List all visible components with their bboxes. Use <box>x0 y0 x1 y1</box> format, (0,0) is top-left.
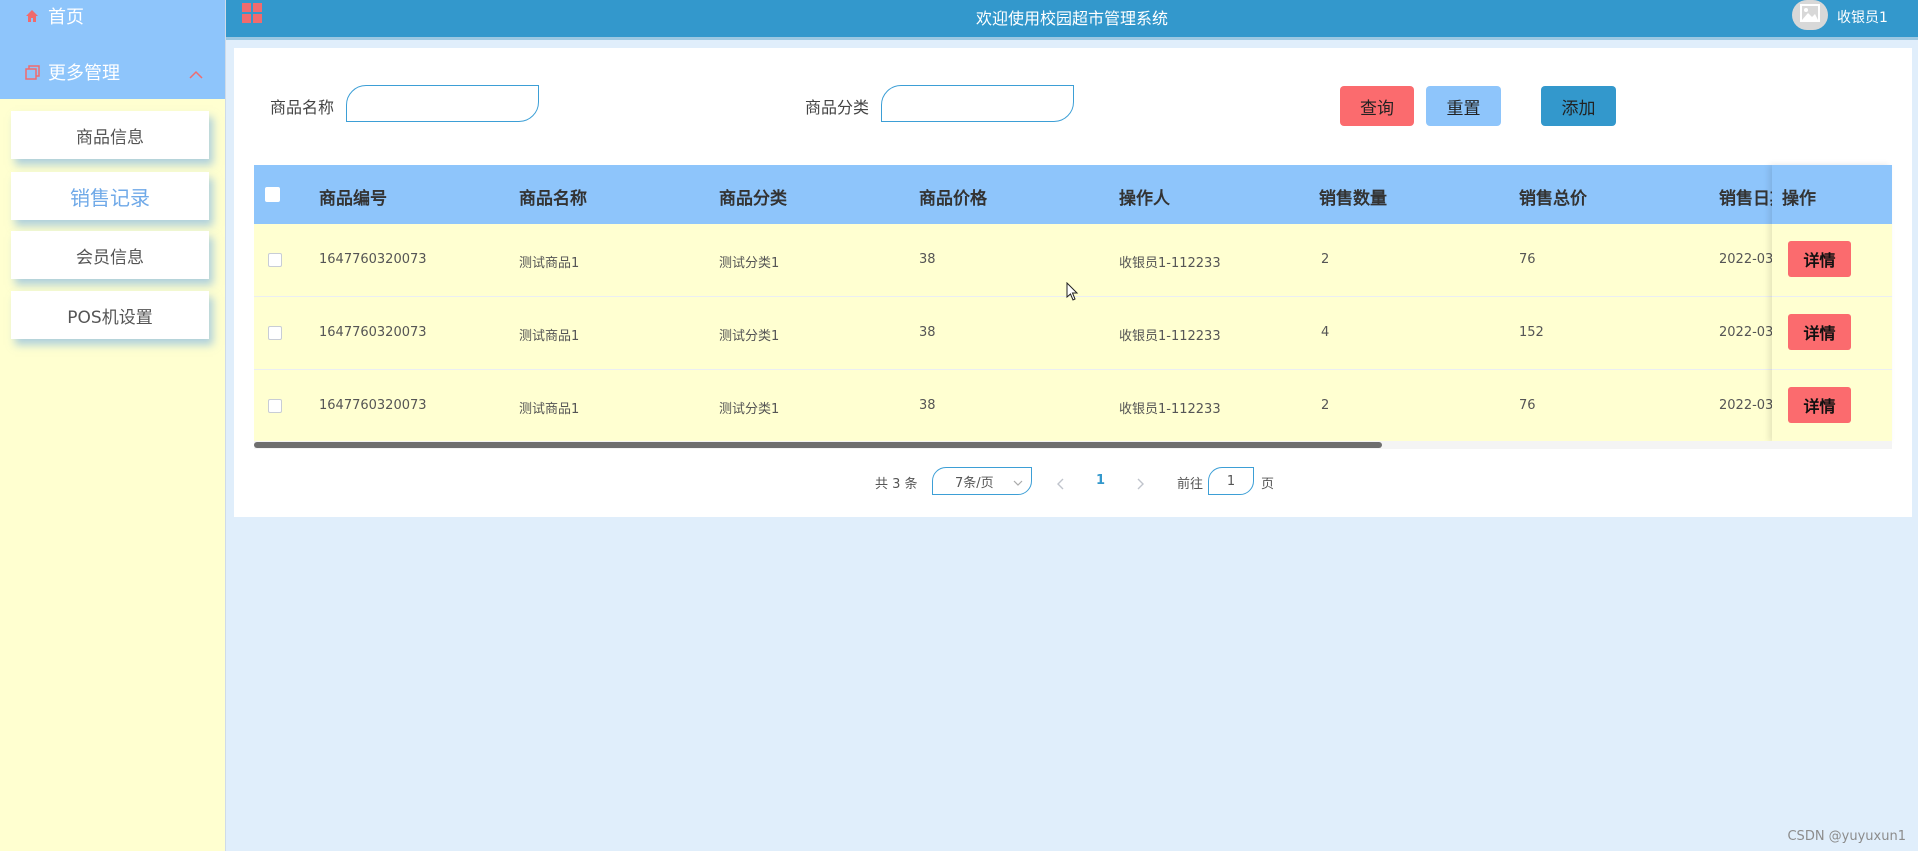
cell-operator: 收银员1-112233 <box>1119 402 1221 417</box>
select-all-checkbox[interactable] <box>265 187 280 202</box>
chevron-up-icon <box>189 64 203 85</box>
user-name[interactable]: 收银员1 <box>1837 7 1888 27</box>
detail-button[interactable]: 详情 <box>1788 241 1851 277</box>
cell-name: 测试商品1 <box>519 402 580 417</box>
cell-name: 测试商品1 <box>519 329 580 344</box>
cell-date: 2022-03- <box>1719 398 1779 413</box>
sidebar-item-product-info[interactable]: 商品信息 <box>11 111 209 159</box>
cell-price: 38 <box>919 252 936 267</box>
column-header: 操作 <box>1782 189 1816 209</box>
sidebar-more-label: 更多管理 <box>48 63 120 84</box>
reset-button[interactable]: 重置 <box>1426 86 1501 126</box>
operations-cell: 详情 <box>1772 224 1892 297</box>
product-name-input[interactable] <box>346 85 539 122</box>
cell-price: 38 <box>919 325 936 340</box>
table-row[interactable]: 1647760320073 测试商品1 测试分类1 38 收银员1-112233… <box>254 370 1892 443</box>
cell-price: 38 <box>919 398 936 413</box>
scrollbar-thumb[interactable] <box>254 442 1382 448</box>
column-header[interactable]: 商品编号 <box>319 184 387 209</box>
column-header[interactable]: 销售总价 <box>1519 184 1587 209</box>
sidebar-item-more-management[interactable]: 更多管理 <box>0 52 225 92</box>
header-divider <box>226 37 1918 40</box>
page-size-select[interactable]: 7条/页 <box>932 467 1032 495</box>
sidebar-item-label: 商品信息 <box>76 127 144 148</box>
top-header: 欢迎使用校园超市管理系统 收银员1 <box>226 0 1918 40</box>
cell-qty: 4 <box>1321 325 1330 340</box>
goto-page-input[interactable]: 1 <box>1208 467 1254 495</box>
pagination-total: 共 3 条 <box>875 477 918 492</box>
column-header[interactable]: 商品价格 <box>919 184 987 209</box>
sidebar-header: 首页 更多管理 <box>0 0 225 99</box>
add-button[interactable]: 添加 <box>1541 86 1616 126</box>
column-header[interactable]: 商品名称 <box>519 184 587 209</box>
watermark: CSDN @yuyuxun1 <box>1787 829 1906 844</box>
goto-label: 前往 <box>1177 477 1204 492</box>
sidebar-item-home[interactable]: 首页 <box>0 0 225 36</box>
sidebar-item-label: 销售记录 <box>70 185 150 210</box>
cell-code: 1647760320073 <box>319 398 427 413</box>
operations-cell: 详情 <box>1772 370 1892 443</box>
table-header: 商品编号 商品名称 商品分类 商品价格 操作人 销售数量 销售总价 销售日期 <box>254 165 1892 224</box>
cell-category: 测试分类1 <box>719 402 780 417</box>
cell-code: 1647760320073 <box>319 252 427 267</box>
product-name-label: 商品名称 <box>270 98 335 117</box>
copy-icon <box>24 64 40 80</box>
page-number-current[interactable]: 1 <box>1096 473 1105 488</box>
cell-operator: 收银员1-112233 <box>1119 256 1221 271</box>
cell-date: 2022-03- <box>1719 325 1779 340</box>
page-title: 欢迎使用校园超市管理系统 <box>975 9 1168 28</box>
row-checkbox[interactable] <box>268 253 282 267</box>
row-checkbox[interactable] <box>268 399 282 413</box>
sidebar-item-sales-records[interactable]: 销售记录 <box>11 172 209 220</box>
cell-qty: 2 <box>1321 398 1330 413</box>
sidebar-item-label: 会员信息 <box>76 247 144 268</box>
table-row[interactable]: 1647760320073 测试商品1 测试分类1 38 收银员1-112233… <box>254 297 1892 370</box>
cell-date: 2022-03- <box>1719 252 1779 267</box>
chevron-down-icon <box>1013 476 1023 491</box>
row-checkbox[interactable] <box>268 326 282 340</box>
product-category-label: 商品分类 <box>805 98 870 117</box>
query-button[interactable]: 查询 <box>1340 86 1414 126</box>
page-unit-label: 页 <box>1261 477 1275 492</box>
avatar[interactable] <box>1792 0 1828 30</box>
cell-total: 76 <box>1519 398 1536 413</box>
operations-header: 操作 <box>1772 165 1892 224</box>
cell-total: 76 <box>1519 252 1536 267</box>
prev-page-icon[interactable] <box>1056 475 1066 494</box>
cell-category: 测试分类1 <box>719 256 780 271</box>
sidebar-item-label: POS机设置 <box>67 307 153 328</box>
cell-name: 测试商品1 <box>519 256 580 271</box>
cell-category: 测试分类1 <box>719 329 780 344</box>
cell-qty: 2 <box>1321 252 1330 267</box>
cell-code: 1647760320073 <box>319 325 427 340</box>
cell-total: 152 <box>1519 325 1544 340</box>
sidebar-home-label: 首页 <box>48 7 84 28</box>
sidebar-item-member-info[interactable]: 会员信息 <box>11 231 209 279</box>
operations-cell: 详情 <box>1772 297 1892 370</box>
detail-button[interactable]: 详情 <box>1788 314 1851 350</box>
image-icon <box>1800 4 1820 26</box>
product-category-input[interactable] <box>881 85 1074 122</box>
cell-operator: 收银员1-112233 <box>1119 329 1221 344</box>
horizontal-scrollbar[interactable] <box>254 441 1892 449</box>
detail-button[interactable]: 详情 <box>1788 387 1851 423</box>
column-header[interactable]: 销售数量 <box>1319 184 1387 209</box>
sidebar-item-pos-settings[interactable]: POS机设置 <box>11 291 209 339</box>
page-size-value: 7条/页 <box>955 475 994 491</box>
home-icon <box>24 8 40 24</box>
mouse-cursor-icon <box>1066 281 1080 306</box>
operations-column: 操作 详情 详情 详情 <box>1772 165 1892 443</box>
sidebar: 首页 更多管理 商品信息 销售记录 会员信息 POS机设置 <box>0 0 226 851</box>
column-header[interactable]: 商品分类 <box>719 184 787 209</box>
column-header[interactable]: 操作人 <box>1119 184 1170 209</box>
next-page-icon[interactable] <box>1135 475 1145 494</box>
